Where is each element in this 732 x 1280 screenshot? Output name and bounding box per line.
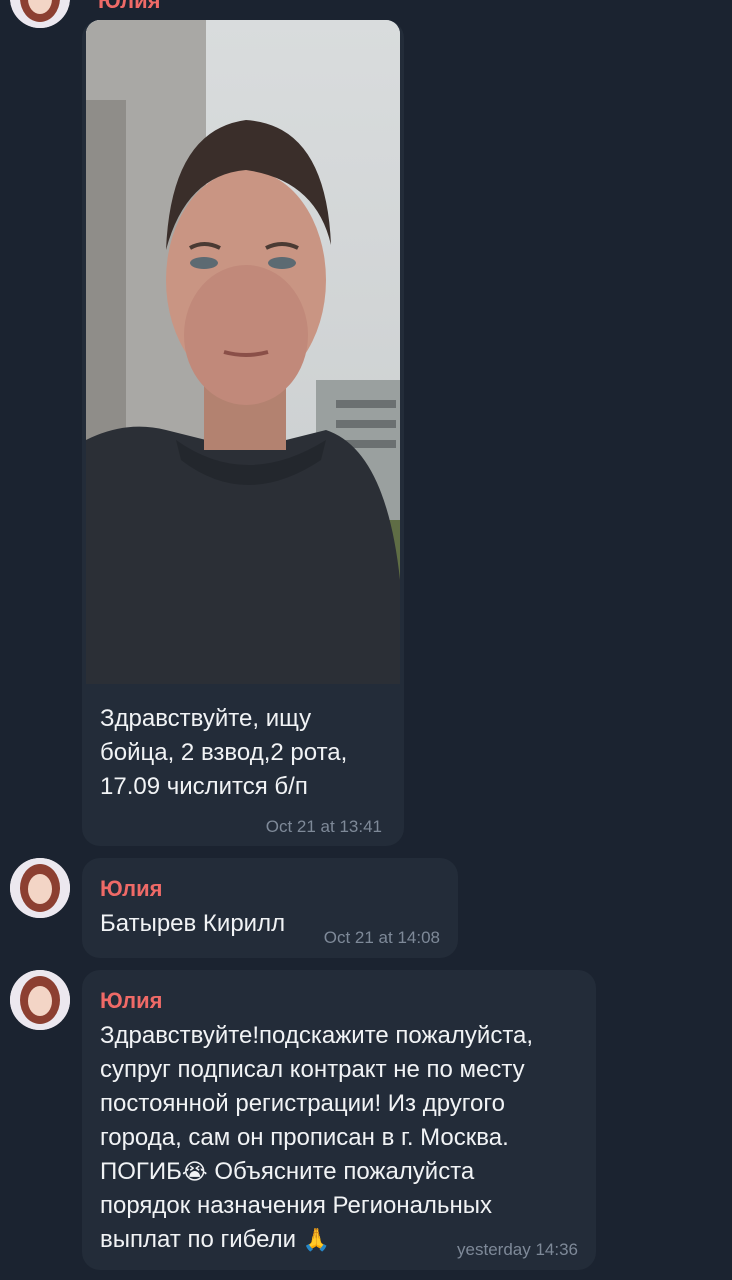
sender-name: Юлия bbox=[100, 876, 163, 901]
message-text-line: 17.09 числится б/п bbox=[100, 773, 308, 800]
message-text-fragment: выплат по гибели bbox=[100, 1226, 297, 1253]
message-time: yesterday 14:36 bbox=[457, 1240, 578, 1259]
avatar[interactable] bbox=[10, 970, 70, 1030]
message-text-fragment: Объясните пожалуйста bbox=[214, 1158, 475, 1185]
avatar[interactable] bbox=[10, 0, 70, 28]
message-text-line: выплат по гибели 🙏 bbox=[100, 1223, 330, 1257]
message-text-line: города, сам он прописан в г. Москва. bbox=[100, 1124, 509, 1151]
message-text: Батырев Кирилл bbox=[100, 910, 286, 937]
message-time: Oct 21 at 13:41 bbox=[265, 817, 382, 836]
message-text-line: ПОГИБ😭 Объясните пожалуйста bbox=[100, 1155, 474, 1189]
message-text-line: постоянной регистрации! Из другого bbox=[100, 1090, 505, 1117]
avatar[interactable] bbox=[10, 858, 70, 918]
sender-name: Юлия bbox=[98, 0, 161, 13]
message-bubble[interactable]: Юлия Батырев Кирилл Oct 21 at 14:08 bbox=[82, 858, 458, 958]
message-text-line: Здравствуйте!подскажите пожалуйста, bbox=[100, 1022, 534, 1049]
message-text-line: порядок назначения Региональных bbox=[100, 1192, 492, 1219]
crying-face-emoji: 😭 bbox=[181, 1159, 208, 1184]
message-text-line: супруг подписал контракт не по месту bbox=[100, 1056, 525, 1083]
message-photo[interactable] bbox=[86, 20, 400, 684]
message-text-line: Здравствуйте, ищу bbox=[100, 705, 312, 732]
sender-name: Юлия bbox=[100, 988, 163, 1013]
folded-hands-emoji: 🙏 bbox=[302, 1227, 331, 1252]
message-time: Oct 21 at 14:08 bbox=[323, 928, 440, 947]
message-bubble[interactable]: Здравствуйте, ищу бойца, 2 взвод,2 рота,… bbox=[82, 20, 404, 846]
message-bubble[interactable]: Юлия Здравствуйте!подскажите пожалуйста,… bbox=[82, 970, 596, 1270]
message-text-line: бойца, 2 взвод,2 рота, bbox=[100, 739, 348, 766]
message-text-fragment: ПОГИБ bbox=[100, 1158, 182, 1185]
